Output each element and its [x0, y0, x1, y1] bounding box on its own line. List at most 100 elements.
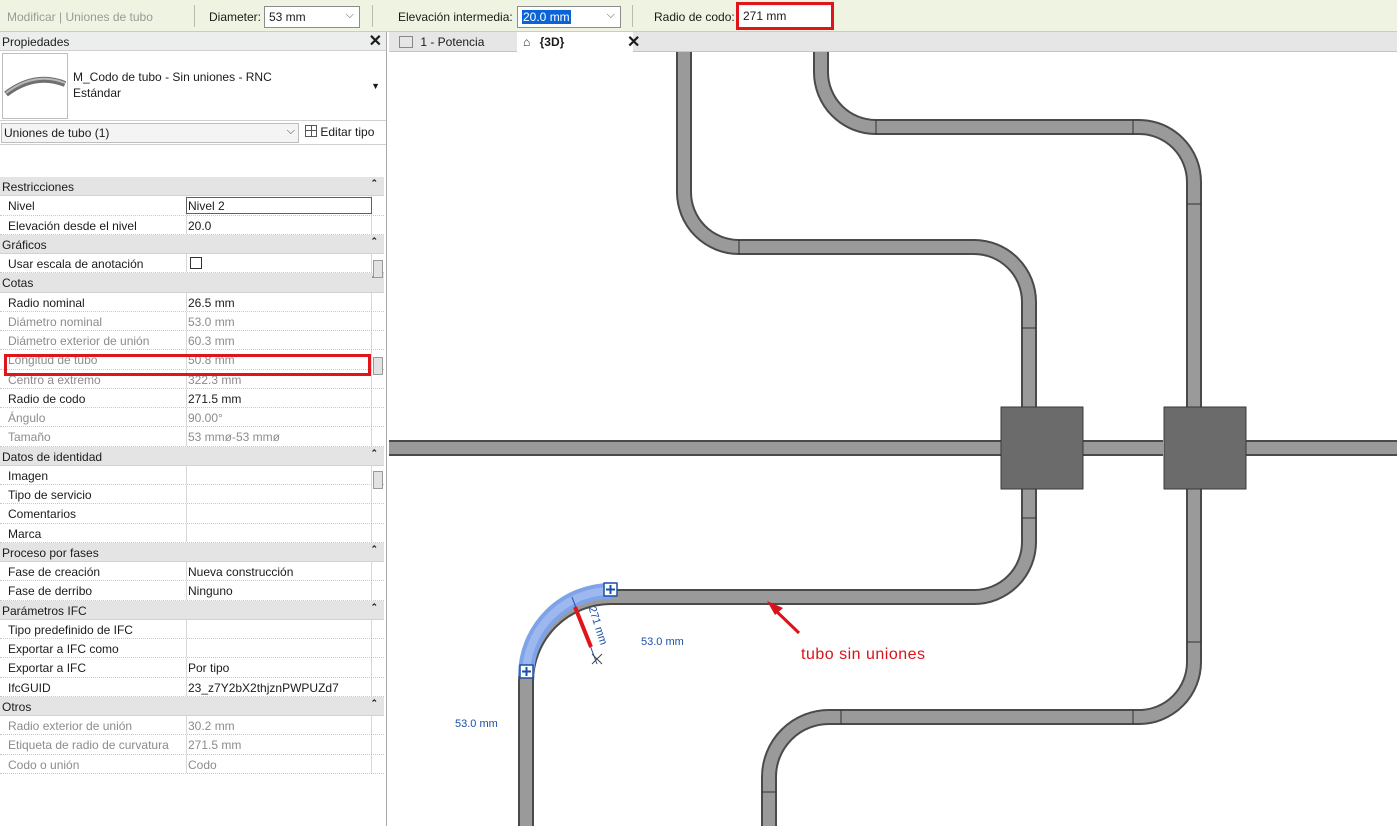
column-divider — [371, 619, 372, 638]
tab-3d[interactable]: ⌂ {3D} — [517, 32, 633, 52]
collapse-icon[interactable]: ⌃ — [370, 236, 378, 247]
property-value: 53.0 mm — [188, 314, 235, 329]
property-row[interactable]: Elevación desde el nivel 20.0 — [0, 215, 384, 235]
column-divider — [371, 408, 372, 427]
property-row[interactable]: Ángulo 90.00° — [0, 408, 384, 428]
property-row[interactable]: Fase de derribo Ninguno — [0, 581, 384, 601]
close-tab-icon[interactable]: ✕ — [627, 32, 640, 52]
column-divider — [186, 677, 187, 696]
separator — [372, 5, 373, 27]
chevron-down-icon: ⌵ — [286, 125, 295, 137]
column-divider — [186, 215, 187, 234]
scrollbar-thumb[interactable] — [373, 357, 383, 375]
property-row[interactable]: Radio de codo 271.5 mm — [0, 388, 384, 408]
collapse-icon[interactable]: ⌃ — [370, 544, 378, 555]
column-divider — [186, 504, 187, 523]
mid-elevation-value: 20.0 mm — [522, 10, 571, 24]
property-key: Radio exterior de unión — [8, 719, 133, 733]
property-group-header[interactable]: Parámetros IFC ⌃ — [0, 600, 384, 620]
property-row[interactable]: Tamaño 53 mmø-53 mmø — [0, 427, 384, 447]
collapse-icon[interactable]: ⌃ — [370, 698, 378, 709]
close-icon[interactable]: ✕ — [369, 31, 382, 51]
annotation-text: tubo sin uniones — [801, 646, 926, 663]
highlight-box — [4, 354, 371, 376]
property-key: Tamaño — [8, 430, 51, 445]
junction-box — [1000, 406, 1084, 490]
property-row[interactable]: Exportar a IFC Por tipo — [0, 658, 384, 678]
tab-potencia[interactable]: 1 - Potencia — [393, 32, 490, 52]
column-divider — [371, 677, 372, 696]
property-group-header[interactable]: Datos de identidad ⌃ — [0, 446, 384, 466]
property-key: Diámetro nominal — [8, 314, 103, 329]
diameter-value: 53 mm — [269, 10, 306, 24]
property-row[interactable]: Exportar a IFC como — [0, 639, 384, 659]
property-row[interactable]: Tipo predefinido de IFC — [0, 619, 384, 639]
property-row[interactable]: Diámetro nominal 53.0 mm — [0, 311, 384, 331]
property-value: 53 mmø-53 mmø — [188, 430, 281, 445]
property-row[interactable]: IfcGUID 23_z7Y2bX2thjznPWPUZd7 — [0, 677, 384, 697]
property-row[interactable]: Fase de creación Nueva construcción — [0, 562, 384, 582]
group-label: Proceso por fases — [2, 545, 99, 560]
property-key: Exportar a IFC como — [8, 642, 119, 656]
property-group-header[interactable]: Restricciones ⌃ — [0, 177, 384, 197]
property-row[interactable]: Usar escala de anotación — [0, 254, 384, 274]
column-divider — [371, 485, 372, 504]
column-divider — [371, 388, 372, 407]
group-label: Datos de identidad — [2, 449, 103, 464]
column-divider — [186, 292, 187, 311]
property-value: Por tipo — [188, 661, 230, 676]
options-bar: Modificar | Uniones de tubo Diameter: 53… — [0, 0, 1397, 32]
property-key: Fase de creación — [8, 565, 101, 579]
diameter-label-2: 53.0 mm — [455, 718, 498, 730]
column-divider — [186, 619, 187, 638]
group-label: Cotas — [2, 276, 34, 291]
column-divider — [186, 408, 187, 427]
collapse-icon[interactable]: ⌃ — [370, 448, 378, 459]
column-divider — [371, 754, 372, 773]
scrollbar-thumb[interactable] — [373, 260, 383, 278]
instance-selector[interactable]: Uniones de tubo (1) ⌵ — [1, 123, 299, 143]
property-key: Nivel — [8, 199, 35, 214]
mid-elevation-select[interactable]: 20.0 mm ⌵ — [517, 6, 621, 28]
property-group-header[interactable]: Cotas ⌃ — [0, 273, 384, 293]
property-group-header[interactable]: Proceso por fases ⌃ — [0, 542, 384, 562]
property-key: Usar escala de anotación — [8, 257, 144, 271]
column-divider — [186, 427, 187, 446]
property-row[interactable]: Comentarios — [0, 504, 384, 524]
property-row[interactable]: Tipo de servicio — [0, 485, 384, 505]
property-group-header[interactable]: Gráficos ⌃ — [0, 234, 384, 254]
property-row[interactable]: Marca — [0, 523, 384, 543]
property-key: IfcGUID — [8, 680, 51, 695]
property-group-header[interactable]: Otros ⌃ — [0, 696, 384, 716]
type-selector[interactable]: M_Codo de tubo - Sin uniones - RNC Están… — [0, 51, 386, 121]
bend-radius-label: Radio de codo: — [654, 10, 735, 24]
floor-plan-icon — [399, 36, 413, 48]
group-label: Otros — [2, 699, 32, 714]
property-value: Ninguno — [188, 584, 233, 599]
property-row[interactable]: Radio exterior de unión 30.2 mm — [0, 716, 384, 736]
column-divider — [371, 292, 372, 311]
dropdown-arrow-icon[interactable]: ▼ — [371, 81, 380, 91]
column-divider — [371, 331, 372, 350]
collapse-icon[interactable]: ⌃ — [370, 178, 378, 189]
edit-type-button[interactable]: Editar tipo — [305, 125, 374, 139]
property-row[interactable]: Etiqueta de radio de curvatura 271.5 mm — [0, 735, 384, 755]
group-label: Gráficos — [2, 237, 47, 252]
property-row[interactable]: Radio nominal 26.5 mm — [0, 292, 384, 312]
collapse-icon[interactable]: ⌃ — [370, 602, 378, 613]
column-divider — [186, 658, 187, 677]
property-value: 30.2 mm — [188, 719, 235, 733]
diameter-select[interactable]: 53 mm ⌵ — [264, 6, 360, 28]
property-row[interactable]: Nivel Nivel 2 — [0, 196, 384, 216]
property-row[interactable]: Codo o unión Codo — [0, 754, 384, 774]
drawing-viewport[interactable]: 53.0 mm 53.0 mm 271 mm tubo sin uniones — [389, 52, 1397, 826]
column-divider — [186, 485, 187, 504]
column-divider — [371, 581, 372, 600]
property-row[interactable]: Diámetro exterior de unión 60.3 mm — [0, 331, 384, 351]
edit-type-icon — [305, 125, 317, 137]
column-divider — [186, 465, 187, 484]
scrollbar-thumb[interactable] — [373, 471, 383, 489]
property-row[interactable]: Imagen — [0, 465, 384, 485]
annotation-scale-checkbox[interactable] — [190, 257, 202, 269]
column-divider — [186, 581, 187, 600]
